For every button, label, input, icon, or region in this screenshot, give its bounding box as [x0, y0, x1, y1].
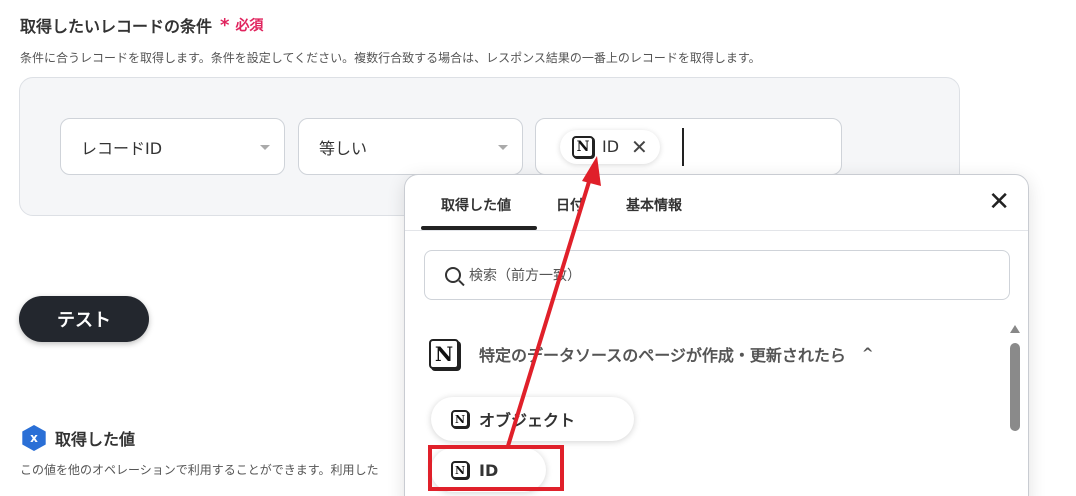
- tab-date[interactable]: 日付: [556, 195, 584, 215]
- result-title-text: 取得した値: [55, 430, 136, 449]
- scrollbar[interactable]: [1009, 325, 1021, 496]
- chip-remove-icon[interactable]: ✕: [631, 137, 648, 157]
- tab-bar: 取得した値 日付 基本情報 ✕: [405, 175, 1028, 231]
- chevron-down-icon: [260, 145, 270, 150]
- app-logo-icon: x: [22, 425, 46, 451]
- close-icon[interactable]: ✕: [988, 189, 1010, 215]
- required-star: *: [220, 14, 230, 36]
- search-icon: [445, 267, 461, 283]
- search-input[interactable]: 検索（前方一致）: [424, 250, 1010, 300]
- source-group-title: 特定のデータソースのページが作成・更新されたら: [479, 346, 846, 365]
- operator-select-value: 等しい: [319, 138, 368, 158]
- value-chip[interactable]: N ID ✕: [560, 129, 660, 164]
- section-title: 取得したいレコードの条件 * 必須: [20, 13, 263, 37]
- scrollbar-thumb[interactable]: [1010, 343, 1020, 431]
- value-chip-label: ID: [602, 137, 620, 156]
- result-title: x 取得した値: [21, 425, 135, 451]
- field-item-object[interactable]: N オブジェクト: [431, 397, 634, 441]
- tab-basic-info[interactable]: 基本情報: [626, 195, 682, 215]
- field-item-label: オブジェクト: [479, 411, 576, 430]
- chevron-up-icon: ^: [861, 346, 874, 362]
- annotation-highlight-box: [428, 445, 564, 491]
- value-input[interactable]: N ID ✕: [535, 118, 842, 175]
- search-placeholder: 検索（前方一致）: [469, 268, 581, 284]
- notion-icon: N: [451, 410, 469, 428]
- operator-select[interactable]: 等しい: [298, 118, 523, 175]
- result-description: この値を他のオペレーションで利用することができます。利用した: [20, 463, 379, 477]
- required-label: 必須: [235, 18, 264, 34]
- active-tab-indicator: [421, 226, 537, 230]
- field-select[interactable]: レコードID: [60, 118, 285, 175]
- notion-icon: N: [572, 135, 594, 158]
- notion-icon: N: [429, 339, 459, 369]
- scroll-up-arrow-icon[interactable]: [1010, 325, 1020, 333]
- chevron-down-icon: [498, 145, 508, 150]
- field-select-value: レコードID: [81, 138, 163, 158]
- text-cursor: [681, 127, 684, 166]
- section-description: 条件に合うレコードを取得します。条件を設定してください。複数行合致する場合は、レ…: [20, 51, 761, 65]
- value-picker-dropdown: 取得した値 日付 基本情報 ✕ 検索（前方一致） N 特定のデータソースのページ…: [404, 174, 1029, 496]
- tab-retrieved-values[interactable]: 取得した値: [441, 195, 511, 215]
- section-title-text: 取得したいレコードの条件: [20, 17, 213, 36]
- test-button[interactable]: テスト: [19, 296, 149, 342]
- source-group-header[interactable]: N 特定のデータソースのページが作成・更新されたら ^: [429, 339, 874, 369]
